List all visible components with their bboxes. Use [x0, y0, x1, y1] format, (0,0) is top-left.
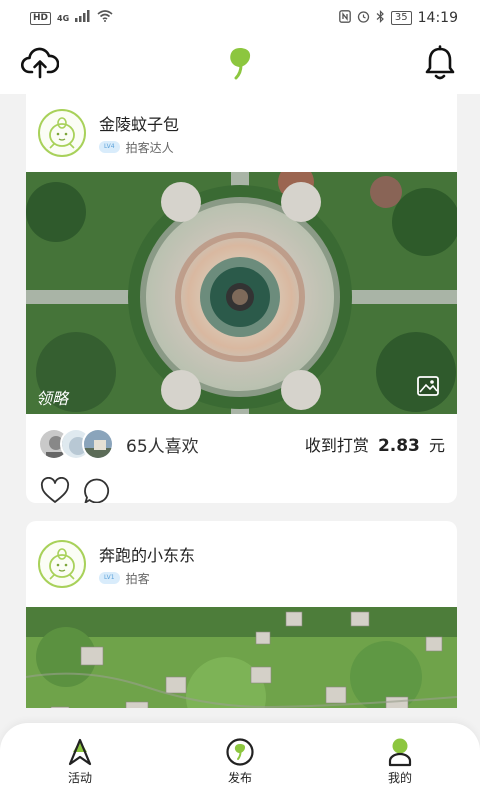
tip-summary: 收到打赏 2.83 元	[305, 432, 445, 456]
author-info: 金陵蚊子包 LV4 拍客达人	[99, 111, 179, 156]
level-badge: LV1	[99, 572, 120, 584]
compass-arrow-icon	[65, 737, 95, 767]
post-card[interactable]: 奔跑的小东东 LV1 拍客	[26, 521, 457, 708]
avatar[interactable]	[38, 109, 86, 157]
level-title: 拍客	[125, 571, 150, 586]
hd-indicator: HD	[30, 11, 52, 25]
level-badge: LV4	[99, 141, 120, 153]
like-button[interactable]	[40, 476, 70, 503]
author-name[interactable]: 奔跑的小东东	[99, 542, 195, 566]
top-header	[0, 36, 480, 94]
post-photo[interactable]	[26, 607, 457, 708]
leaf-logo-icon	[227, 46, 253, 84]
author-name[interactable]: 金陵蚊子包	[99, 111, 179, 135]
tab-publish[interactable]: 发布	[160, 723, 320, 800]
status-bar: HD 4G 35 14:19	[0, 0, 480, 36]
avatar[interactable]	[38, 540, 86, 588]
comment-bubble-icon	[83, 477, 111, 503]
bottom-tab-bar: 活动 发布 我的	[0, 723, 480, 800]
signal-icon	[75, 10, 91, 26]
post-card[interactable]: 金陵蚊子包 LV4 拍客达人 领略 65人喜欢 收到打赏 2.83 元	[26, 94, 457, 503]
bluetooth-icon	[376, 9, 385, 27]
post-photo[interactable]: 领略	[26, 172, 457, 414]
level-row: LV1 拍客	[99, 570, 195, 587]
feed-list[interactable]: 金陵蚊子包 LV4 拍客达人 领略 65人喜欢 收到打赏 2.83 元 奔跑的小…	[0, 94, 480, 708]
heart-icon	[40, 476, 70, 503]
post-author: 金陵蚊子包 LV4 拍客达人	[26, 94, 457, 172]
level-row: LV4 拍客达人	[99, 139, 179, 156]
tip-prefix: 收到打赏	[304, 436, 369, 455]
battery-level: 35	[390, 11, 412, 25]
app-logo	[220, 45, 260, 85]
alarm-icon	[357, 10, 370, 27]
post-actions	[26, 474, 457, 503]
tab-label: 发布	[227, 771, 252, 785]
bell-icon	[424, 45, 456, 85]
author-info: 奔跑的小东东 LV1 拍客	[99, 542, 195, 587]
comment-button[interactable]	[82, 478, 112, 503]
likers[interactable]: 65人喜欢	[38, 428, 199, 460]
post-stats: 65人喜欢 收到打赏 2.83 元	[26, 414, 457, 474]
nfc-icon	[339, 9, 351, 27]
tip-amount: 2.83	[377, 436, 420, 456]
likes-count: 65人喜欢	[126, 436, 199, 457]
clock: 14:19	[417, 10, 458, 26]
tab-mine[interactable]: 我的	[320, 723, 480, 800]
post-author: 奔跑的小东东 LV1 拍客	[26, 521, 457, 607]
network-type: 4G	[57, 13, 70, 23]
status-right: 35 14:19	[339, 9, 458, 27]
liker-avatar	[82, 428, 114, 460]
publish-icon	[225, 737, 255, 767]
gallery-icon[interactable]	[417, 376, 439, 396]
status-left: HD 4G	[30, 10, 113, 26]
wifi-icon	[97, 10, 113, 26]
profile-icon	[385, 737, 415, 767]
cloud-upload-icon	[20, 47, 60, 83]
upload-button[interactable]	[20, 45, 60, 85]
notifications-button[interactable]	[420, 45, 460, 85]
tab-label: 活动	[67, 771, 92, 785]
tab-activities[interactable]: 活动	[0, 723, 160, 800]
level-title: 拍客达人	[125, 140, 174, 155]
tip-unit: 元	[428, 436, 445, 455]
tab-label: 我的	[387, 771, 412, 785]
photo-watermark: 领略	[36, 389, 70, 408]
